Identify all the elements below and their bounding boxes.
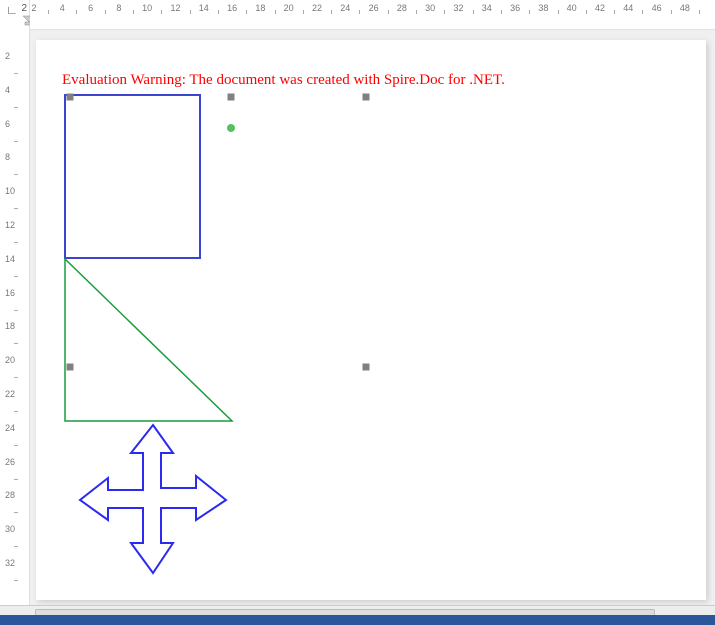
ruler-tick: 22 <box>5 389 15 399</box>
shape-rectangle[interactable] <box>64 94 202 260</box>
ruler-minor-tick <box>642 10 643 14</box>
ruler-tick: 42 <box>595 3 605 13</box>
ruler-minor-tick <box>14 445 18 446</box>
ruler-tick: 2 <box>31 3 36 13</box>
ruler-minor-tick <box>303 10 304 14</box>
ruler-tick: 28 <box>5 490 15 500</box>
ruler-tick: 30 <box>5 524 15 534</box>
tab-stop-icon: ∟ <box>6 3 16 13</box>
ruler-tick: 30 <box>425 3 435 13</box>
ruler-minor-tick <box>586 10 587 14</box>
ruler-minor-tick <box>14 580 18 581</box>
ruler-minor-tick <box>218 10 219 14</box>
ruler-tick: 24 <box>340 3 350 13</box>
ruler-minor-tick <box>444 10 445 14</box>
ruler-minor-tick <box>416 10 417 14</box>
ruler-tick: 4 <box>60 3 65 13</box>
ruler-current-position: 2 <box>21 3 27 14</box>
selection-handle[interactable] <box>67 94 74 101</box>
ruler-tick: 4 <box>5 85 10 95</box>
ruler-tick: 24 <box>5 423 15 433</box>
ruler-tick: 36 <box>510 3 520 13</box>
rotate-handle-icon[interactable] <box>227 124 235 132</box>
document-page: Evaluation Warning: The document was cre… <box>36 40 706 600</box>
ruler-tick: 18 <box>255 3 265 13</box>
selection-handle[interactable] <box>363 364 370 371</box>
selection-handle[interactable] <box>363 94 370 101</box>
ruler-minor-tick <box>76 10 77 14</box>
ruler-tick: 26 <box>369 3 379 13</box>
ruler-minor-tick <box>388 10 389 14</box>
ruler-minor-tick <box>246 10 247 14</box>
ruler-minor-tick <box>14 479 18 480</box>
shape-quad-arrow[interactable] <box>76 423 231 578</box>
ruler-minor-tick <box>14 276 18 277</box>
ruler-tick: 6 <box>5 119 10 129</box>
ruler-tick: 44 <box>623 3 633 13</box>
ruler-minor-tick <box>14 242 18 243</box>
ruler-minor-tick <box>275 10 276 14</box>
ruler-tick: 8 <box>5 152 10 162</box>
ruler-minor-tick <box>105 10 106 14</box>
ruler-minor-tick <box>14 310 18 311</box>
ruler-minor-tick <box>161 10 162 14</box>
ruler-minor-tick <box>671 10 672 14</box>
ruler-minor-tick <box>473 10 474 14</box>
ruler-minor-tick <box>14 512 18 513</box>
ruler-tick: 32 <box>453 3 463 13</box>
document-viewport[interactable]: Evaluation Warning: The document was cre… <box>30 30 715 605</box>
ruler-tick: 20 <box>5 355 15 365</box>
ruler-minor-tick <box>14 411 18 412</box>
ruler-tick: 22 <box>312 3 322 13</box>
ruler-tick: 10 <box>5 186 15 196</box>
ruler-tick: 32 <box>5 558 15 568</box>
ruler-tick: 40 <box>567 3 577 13</box>
ruler-tick: 12 <box>5 220 15 230</box>
ruler-tick: 6 <box>88 3 93 13</box>
vertical-ruler[interactable]: 2468101214161820222426283032 <box>0 30 30 605</box>
ruler-tick: 2 <box>5 51 10 61</box>
ruler-tick: 16 <box>227 3 237 13</box>
ruler-minor-tick <box>14 546 18 547</box>
ruler-minor-tick <box>14 174 18 175</box>
ruler-tick: 14 <box>199 3 209 13</box>
ruler-corner: ∟ 2 <box>0 0 30 30</box>
selection-handle[interactable] <box>228 94 235 101</box>
ruler-tick: 46 <box>652 3 662 13</box>
ruler-tick: 14 <box>5 254 15 264</box>
evaluation-warning-text: Evaluation Warning: The document was cre… <box>62 72 505 89</box>
ruler-minor-tick <box>14 208 18 209</box>
ruler-tick: 38 <box>538 3 548 13</box>
ruler-minor-tick <box>14 343 18 344</box>
ruler-tick: 26 <box>5 457 15 467</box>
ruler-tick: 18 <box>5 321 15 331</box>
ruler-minor-tick <box>48 10 49 14</box>
ruler-tick: 12 <box>170 3 180 13</box>
ruler-tick: 10 <box>142 3 152 13</box>
ruler-minor-tick <box>14 73 18 74</box>
ruler-minor-tick <box>359 10 360 14</box>
ruler-tick: 34 <box>482 3 492 13</box>
ruler-tick: 8 <box>116 3 121 13</box>
ruler-minor-tick <box>190 10 191 14</box>
ruler-tick: 20 <box>284 3 294 13</box>
horizontal-ruler[interactable]: 2468101214161820222426283032343638404244… <box>30 0 715 30</box>
ruler-tick: 16 <box>5 288 15 298</box>
ruler-tick: 48 <box>680 3 690 13</box>
ruler-minor-tick <box>558 10 559 14</box>
ruler-minor-tick <box>699 10 700 14</box>
ruler-minor-tick <box>529 10 530 14</box>
ruler-minor-tick <box>501 10 502 14</box>
shape-right-triangle[interactable] <box>64 258 234 423</box>
ruler-minor-tick <box>14 107 18 108</box>
ruler-minor-tick <box>331 10 332 14</box>
ruler-tick: 28 <box>397 3 407 13</box>
ruler-minor-tick <box>614 10 615 14</box>
ruler-minor-tick <box>14 141 18 142</box>
ruler-minor-tick <box>14 377 18 378</box>
status-bar <box>0 615 715 625</box>
ruler-minor-tick <box>133 10 134 14</box>
